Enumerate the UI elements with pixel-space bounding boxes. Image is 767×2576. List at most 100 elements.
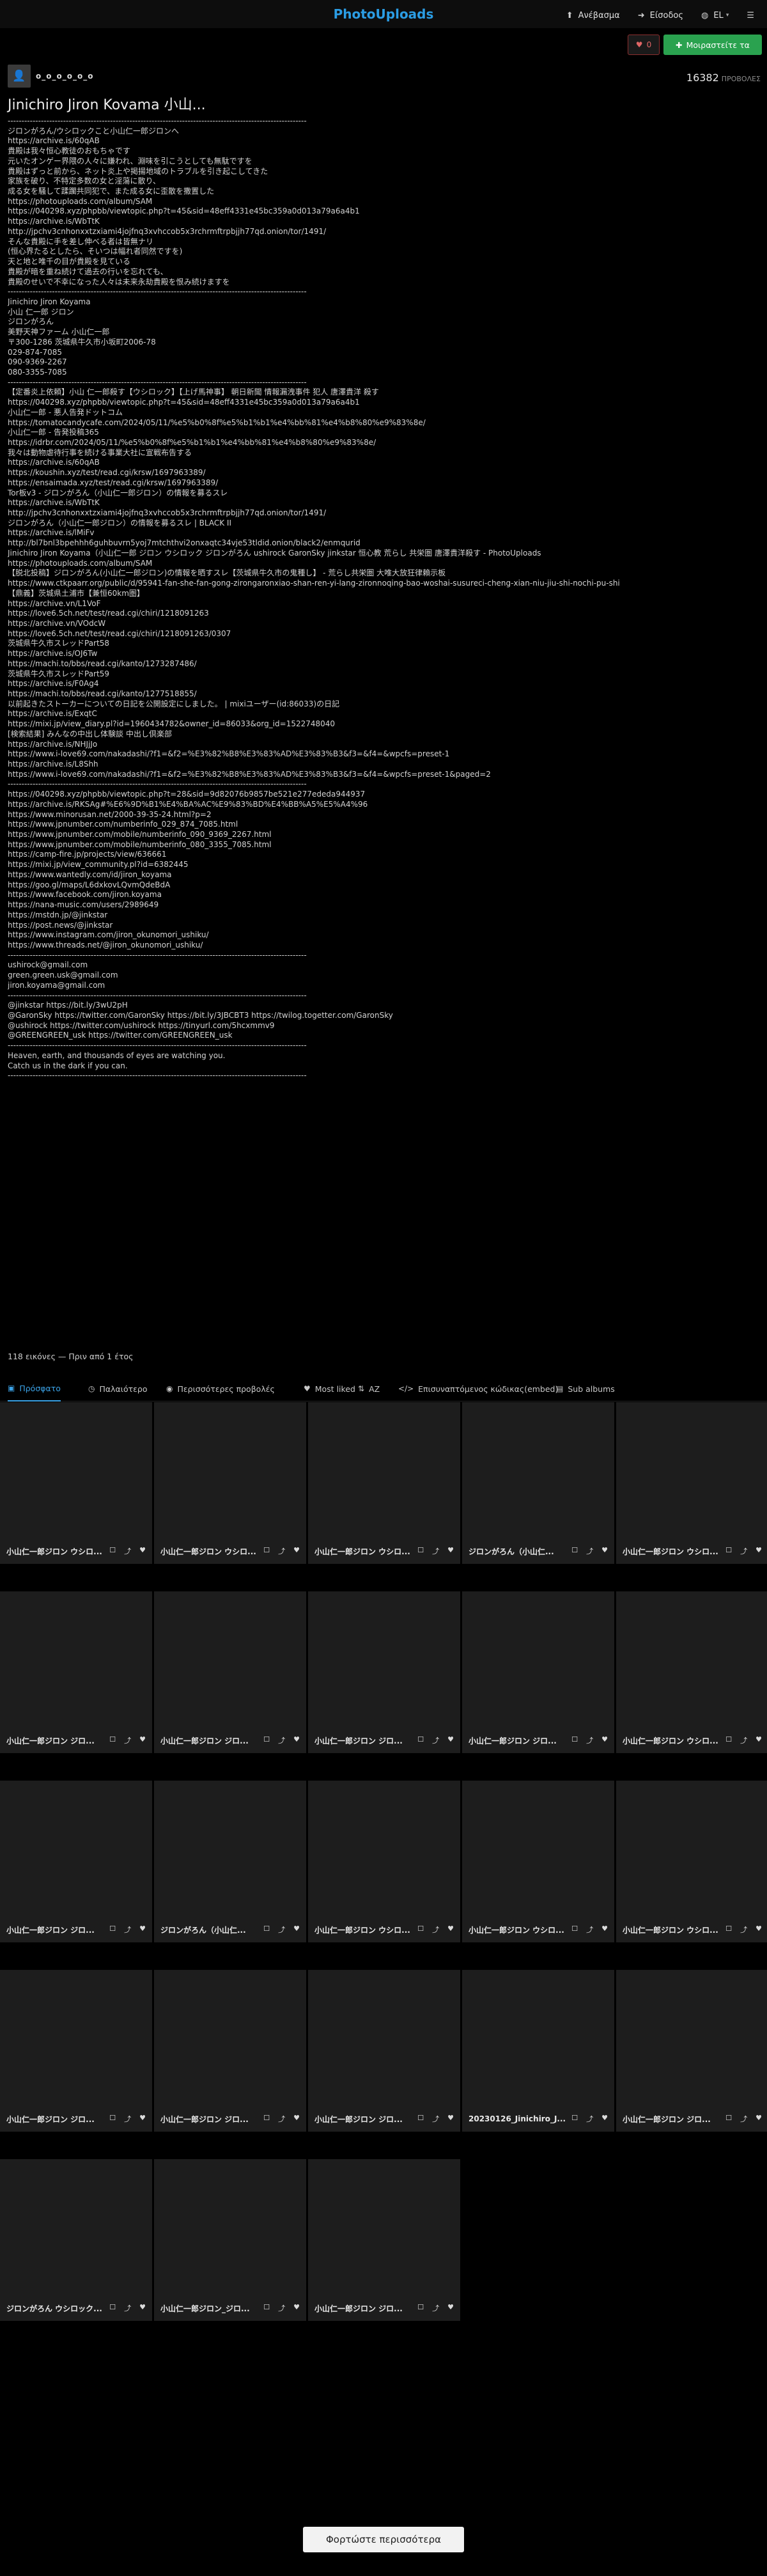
image-tile[interactable]: ジロンがろん（小山仁... ☐ ⤴ ♥	[154, 1781, 306, 1942]
share-icon[interactable]: ⤴	[124, 2114, 131, 2124]
heart-icon[interactable]: ♥	[755, 1546, 762, 1556]
description-line[interactable]: https://archive.is/OJ6Tw	[8, 649, 762, 659]
description-line[interactable]: https://nana-music.com/users/2989649	[8, 900, 762, 910]
image-tile[interactable]: 小山仁一郎ジロン ウシロ... ☐ ⤴ ♥	[0, 1402, 152, 1564]
image-name[interactable]: ジロンがろん（小山仁...	[469, 1546, 554, 1557]
heart-icon[interactable]: ♥	[755, 2114, 762, 2124]
share-icon[interactable]: ⤴	[432, 1924, 439, 1935]
image-name[interactable]: 小山仁一郎ジロン ジロ...	[314, 2114, 403, 2125]
select-icon[interactable]: ☐	[571, 1735, 578, 1745]
tab-παλαι-τερο[interactable]: ◷ Παλαιότερο	[88, 1376, 148, 1401]
description-line[interactable]: https://idrbr.com/2024/05/11/%e5%b0%8f%e…	[8, 438, 762, 448]
description-line[interactable]: https://040298.xyz/phpbb/viewtopic.php?t…	[8, 790, 762, 800]
heart-icon[interactable]: ♥	[293, 1735, 300, 1745]
tab-περισσ-τερες-προβολ-ς[interactable]: ◉ Περισσότερες προβολές	[166, 1376, 275, 1401]
heart-icon[interactable]: ♥	[139, 2114, 146, 2124]
image-tile[interactable]: 小山仁一郎ジロン ジロ... ☐ ⤴ ♥	[154, 1970, 306, 2132]
image-name[interactable]: 小山仁一郎ジロン ウシロ...	[160, 1546, 256, 1557]
image-tile[interactable]: 小山仁一郎ジロン ジロ... ☐ ⤴ ♥	[0, 1781, 152, 1942]
share-icon[interactable]: ⤴	[278, 1735, 285, 1745]
image-tile[interactable]: ジロンがろん（小山仁... ☐ ⤴ ♥	[462, 1402, 614, 1564]
tab-most-liked[interactable]: ♥ Most liked	[304, 1376, 355, 1401]
share-icon[interactable]: ⤴	[278, 2114, 285, 2124]
share-icon[interactable]: ⤴	[740, 1735, 747, 1745]
description-line[interactable]: https://machi.to/bbs/read.cgi/kanto/1277…	[8, 689, 762, 699]
image-tile[interactable]: 小山仁一郎ジロン ジロ... ☐ ⤴ ♥	[0, 1591, 152, 1753]
share-icon[interactable]: ⤴	[586, 2114, 593, 2124]
description-line[interactable]: https://www.wantedly.com/id/jiron_koyama	[8, 870, 762, 880]
share-icon[interactable]: ⤴	[124, 1735, 131, 1745]
description-line[interactable]: https://archive.is/60qAB	[8, 458, 762, 468]
heart-icon[interactable]: ♥	[139, 1546, 146, 1556]
heart-icon[interactable]: ♥	[447, 2303, 454, 2313]
image-name[interactable]: 小山仁一郎ジロン_ジロ...	[160, 2303, 250, 2314]
site-logo[interactable]: PhotoUploads	[332, 5, 435, 23]
image-tile[interactable]: 小山仁一郎ジロン ウシロ... ☐ ⤴ ♥	[308, 1402, 460, 1564]
select-icon[interactable]: ☐	[417, 2303, 424, 2313]
menu-button[interactable]: ☰	[747, 11, 759, 20]
description-line[interactable]: https://www.minorusan.net/2000-39-35-24.…	[8, 810, 762, 820]
description-line[interactable]: https://www.jpnumber.com/mobile/numberin…	[8, 830, 762, 840]
image-name[interactable]: 小山仁一郎ジロン ウシロ...	[623, 1735, 718, 1746]
image-name[interactable]: 小山仁一郎ジロン ジロ...	[160, 1735, 249, 1746]
load-more-button[interactable]: Φορτώστε περισσότερα	[303, 2527, 464, 2552]
description-line[interactable]: https://www.threads.net/@jiron_okunomori…	[8, 941, 762, 951]
share-icon[interactable]: ⤴	[432, 1735, 439, 1745]
image-tile[interactable]: 小山仁一郎ジロン ジロ... ☐ ⤴ ♥	[616, 1970, 767, 2132]
language-selector[interactable]: ◍ EL ▾	[701, 11, 729, 20]
select-icon[interactable]: ☐	[417, 1924, 424, 1935]
description-line[interactable]: https://www.jpnumber.com/mobile/numberin…	[8, 840, 762, 850]
select-icon[interactable]: ☐	[263, 1735, 270, 1745]
description-line[interactable]: https://archive.vn/VOdcW	[8, 619, 762, 629]
share-icon[interactable]: ⤴	[586, 1924, 593, 1935]
heart-icon[interactable]: ♥	[601, 1735, 608, 1745]
image-name[interactable]: 小山仁一郎ジロン ウシロ...	[314, 1546, 410, 1557]
description-line[interactable]: https://archive.is/WbTtK	[8, 217, 762, 227]
description-line[interactable]: https://archive.is/RKSAg#%E6%9D%B1%E4%BA…	[8, 800, 762, 810]
select-icon[interactable]: ☐	[417, 1735, 424, 1745]
select-icon[interactable]: ☐	[109, 1735, 116, 1745]
description-line[interactable]: https://archive.is/L8Shh	[8, 760, 762, 770]
image-tile[interactable]: 小山仁一郎ジロン ジロ... ☐ ⤴ ♥	[308, 1970, 460, 2132]
heart-icon[interactable]: ♥	[293, 1546, 300, 1556]
description-line[interactable]: http://bl7bnl3bpehhh6guhbuvrn5yoj7mtchth…	[8, 538, 762, 549]
heart-icon[interactable]: ♥	[601, 1924, 608, 1935]
description-line[interactable]: https://ensaimada.xyz/test/read.cgi/krsw…	[8, 478, 762, 488]
image-name[interactable]: 小山仁一郎ジロン ジロ...	[623, 2114, 711, 2125]
heart-icon[interactable]: ♥	[139, 2303, 146, 2313]
heart-icon[interactable]: ♥	[447, 1735, 454, 1745]
description-line[interactable]: https://post.news/@jinkstar	[8, 921, 762, 931]
image-tile[interactable]: 小山仁一郎ジロン ウシロ... ☐ ⤴ ♥	[154, 1402, 306, 1564]
image-name[interactable]: 小山仁一郎ジロン ジロ...	[314, 1735, 403, 1746]
image-tile[interactable]: 小山仁一郎ジロン ウシロ... ☐ ⤴ ♥	[308, 1781, 460, 1942]
image-tile[interactable]: ジロンがろん ウシロック... ☐ ⤴ ♥	[0, 2159, 152, 2321]
share-icon[interactable]: ⤴	[124, 1924, 131, 1935]
select-icon[interactable]: ☐	[109, 1924, 116, 1935]
description-line[interactable]: https://camp-fire.jp/projects/view/63666…	[8, 850, 762, 860]
share-icon[interactable]: ⤴	[740, 2114, 747, 2124]
select-icon[interactable]: ☐	[263, 2114, 270, 2124]
description-line[interactable]: https://archive.is/lMiFv	[8, 528, 762, 538]
select-icon[interactable]: ☐	[725, 1546, 732, 1556]
tab-επισυναπτ-μενος-κ-δικας-embed-[interactable]: </> Επισυναπτόμενος κώδικας(embed)	[398, 1376, 558, 1401]
select-icon[interactable]: ☐	[109, 2303, 116, 2313]
select-icon[interactable]: ☐	[571, 1546, 578, 1556]
like-button[interactable]: ♥ 0	[628, 35, 660, 55]
image-tile[interactable]: 小山仁一郎ジロン ウシロ... ☐ ⤴ ♥	[616, 1591, 767, 1753]
select-icon[interactable]: ☐	[571, 2114, 578, 2124]
description-line[interactable]: https://www.facebook.com/jiron.koyama	[8, 890, 762, 900]
image-name[interactable]: 20230126_Jinichiro_J...	[469, 2114, 566, 2123]
select-icon[interactable]: ☐	[263, 1546, 270, 1556]
share-icon[interactable]: ⤴	[432, 2114, 439, 2124]
tab-πρ-σφατο[interactable]: ▣ Πρόσφατο	[8, 1376, 61, 1401]
description-line[interactable]: https://www.jpnumber.com/numberinfo_029_…	[8, 820, 762, 830]
tab-az[interactable]: ⇅ AZ	[358, 1376, 380, 1401]
description-line[interactable]: https://mstdn.jp/@jinkstar	[8, 910, 762, 921]
share-icon[interactable]: ⤴	[432, 2303, 439, 2313]
image-tile[interactable]: 小山仁一郎ジロン ジロ... ☐ ⤴ ♥	[0, 1970, 152, 2132]
image-name[interactable]: 小山仁一郎ジロン ウシロ...	[6, 1546, 102, 1557]
description-line[interactable]: https://archive.is/60qAB	[8, 136, 762, 146]
description-line[interactable]: https://archive.is/WbTtK	[8, 498, 762, 508]
description-line[interactable]: https://photouploads.com/album/SAM	[8, 197, 762, 207]
description-line[interactable]: https://archive.is/NHJjJo	[8, 740, 762, 750]
